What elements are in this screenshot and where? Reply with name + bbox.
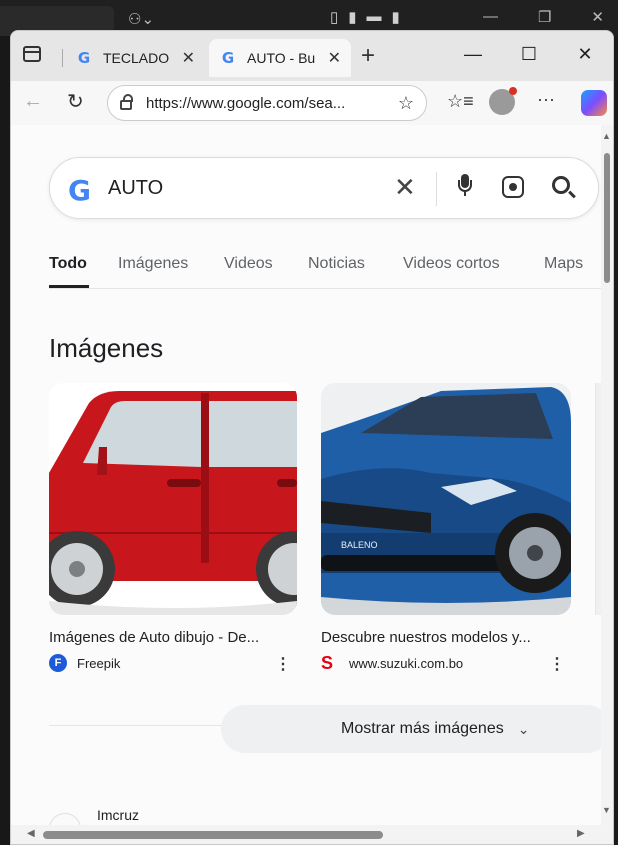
- tab-title: AUTO - Bu: [247, 50, 316, 66]
- layout-icon[interactable]: ▮: [348, 8, 356, 26]
- profile-avatar[interactable]: [489, 87, 517, 115]
- close-tab-icon[interactable]: ✕: [328, 48, 341, 68]
- google-results-page: G AUTO ✕ Todo Imágenes Videos Noticias V…: [11, 125, 603, 825]
- back-icon[interactable]: ←: [23, 90, 43, 113]
- tab-title: TECLADO: [103, 50, 170, 66]
- tab-teclado[interactable]: G TECLADO ✕: [65, 39, 205, 77]
- source-name[interactable]: Freepik: [77, 656, 120, 671]
- lock-icon[interactable]: [120, 94, 133, 110]
- scrollbar-thumb[interactable]: [604, 153, 610, 283]
- blue-car-image[interactable]: BALENO: [321, 383, 571, 615]
- maximize-icon[interactable]: ☐: [501, 31, 557, 77]
- background-copilot-icon[interactable]: ⚇⌄: [128, 10, 154, 28]
- freepik-logo-icon: F: [49, 654, 67, 672]
- browser-window: G TECLADO ✕ G AUTO - Bu ✕ + — ☐ ✕ ← ↻ ht…: [10, 30, 614, 845]
- show-more-images-label: Mostrar más imágenes: [341, 720, 504, 737]
- scroll-down-icon[interactable]: ▼: [602, 805, 611, 815]
- more-menu-icon[interactable]: ···: [537, 89, 555, 110]
- image-result-card[interactable]: BALENO Descubre nuestros modelos y... S …: [321, 383, 571, 674]
- svg-text:BALENO: BALENO: [341, 540, 378, 550]
- tab-actions-icon[interactable]: [23, 46, 41, 62]
- scroll-up-icon[interactable]: ▲: [602, 131, 611, 141]
- next-result-header[interactable]: Imcruz: [49, 807, 349, 825]
- address-bar[interactable]: https://www.google.com/sea... ☆: [107, 85, 427, 121]
- google-favicon-icon: G: [221, 49, 235, 67]
- close-tab-icon[interactable]: ✕: [182, 48, 195, 68]
- favorite-star-icon[interactable]: ☆: [398, 93, 414, 114]
- image-result-card[interactable]: Imágenes de Auto dibujo - De... F Freepi…: [49, 383, 297, 674]
- restore-icon[interactable]: ❐: [538, 8, 551, 26]
- voice-search-icon[interactable]: [458, 174, 472, 196]
- image-result-title[interactable]: Imágenes de Auto dibujo - De...: [49, 629, 297, 646]
- url-text[interactable]: https://www.google.com/sea...: [146, 95, 378, 112]
- show-more-images-button[interactable]: Mostrar más imágenes ⌄: [221, 705, 603, 753]
- site-favicon-icon: [49, 813, 81, 825]
- active-tab-indicator: [49, 285, 89, 288]
- minimize-icon[interactable]: —: [483, 8, 498, 26]
- suzuki-logo-icon: S: [321, 653, 334, 673]
- scroll-left-icon[interactable]: ◀: [27, 828, 35, 839]
- image-result-source[interactable]: F Freepik ⋮: [49, 654, 297, 674]
- scrollbar-thumb[interactable]: [43, 831, 383, 839]
- tab-todo[interactable]: Todo: [49, 255, 87, 273]
- layout-icon[interactable]: ▬: [367, 8, 382, 26]
- next-result-site-name[interactable]: Imcruz: [97, 807, 139, 823]
- address-toolbar: ← ↻ https://www.google.com/sea... ☆ ☆≡ ·…: [11, 81, 613, 125]
- search-divider: [436, 172, 437, 206]
- close-window-icon[interactable]: ✕: [557, 31, 613, 77]
- scroll-right-icon[interactable]: ▶: [577, 828, 585, 839]
- close-icon[interactable]: ✕: [591, 8, 604, 26]
- tab-strip: G TECLADO ✕ G AUTO - Bu ✕ + — ☐ ✕: [11, 31, 613, 81]
- favorites-icon[interactable]: ☆≡: [447, 91, 474, 112]
- clear-search-icon[interactable]: ✕: [394, 172, 416, 203]
- image-result-title[interactable]: Descubre nuestros modelos y...: [321, 629, 571, 646]
- search-box[interactable]: G AUTO ✕: [49, 157, 599, 219]
- minimize-icon[interactable]: —: [445, 31, 501, 77]
- section-title: Imágenes: [49, 333, 164, 363]
- tab-separator: [62, 49, 63, 67]
- background-layout-buttons[interactable]: ▯ ▮ ▬ ▮: [330, 8, 400, 26]
- new-tab-icon[interactable]: +: [361, 42, 375, 70]
- tab-noticias[interactable]: Noticias: [308, 255, 365, 273]
- search-type-tabs: Todo Imágenes Videos Noticias Videos cor…: [49, 249, 603, 289]
- tab-videos[interactable]: Videos: [224, 255, 273, 273]
- red-car-image[interactable]: [49, 383, 297, 615]
- red-car-illustration: [49, 383, 297, 615]
- source-name[interactable]: www.suzuki.com.bo: [349, 656, 463, 671]
- layout-icon[interactable]: ▯: [330, 8, 338, 26]
- google-logo-icon[interactable]: G: [68, 174, 91, 207]
- tab-auto[interactable]: G AUTO - Bu ✕: [209, 39, 351, 77]
- background-editor-gutter: [0, 36, 10, 845]
- vertical-scrollbar[interactable]: ▲ ▼: [601, 125, 613, 825]
- search-icon[interactable]: [552, 176, 570, 194]
- horizontal-scrollbar[interactable]: ◀ ▶: [11, 825, 613, 844]
- copilot-icon[interactable]: [581, 90, 607, 116]
- window-controls: — ☐ ✕: [445, 31, 613, 77]
- tab-maps[interactable]: Maps: [544, 255, 583, 273]
- tab-videos-cortos[interactable]: Videos cortos: [403, 255, 500, 273]
- tab-imagenes[interactable]: Imágenes: [118, 255, 188, 273]
- more-options-icon[interactable]: ⋮: [549, 654, 565, 674]
- blue-car-photo: BALENO: [321, 383, 571, 615]
- background-window-controls[interactable]: — ❐ ✕: [483, 8, 604, 26]
- search-input[interactable]: AUTO: [108, 177, 163, 200]
- chevron-down-icon: ⌄: [517, 720, 530, 737]
- more-options-icon[interactable]: ⋮: [275, 654, 291, 674]
- layout-icon[interactable]: ▮: [392, 8, 400, 26]
- google-favicon-icon: G: [77, 49, 91, 67]
- google-lens-icon[interactable]: [502, 176, 524, 198]
- refresh-icon[interactable]: ↻: [67, 89, 84, 114]
- image-result-source[interactable]: S www.suzuki.com.bo ⋮: [321, 653, 571, 674]
